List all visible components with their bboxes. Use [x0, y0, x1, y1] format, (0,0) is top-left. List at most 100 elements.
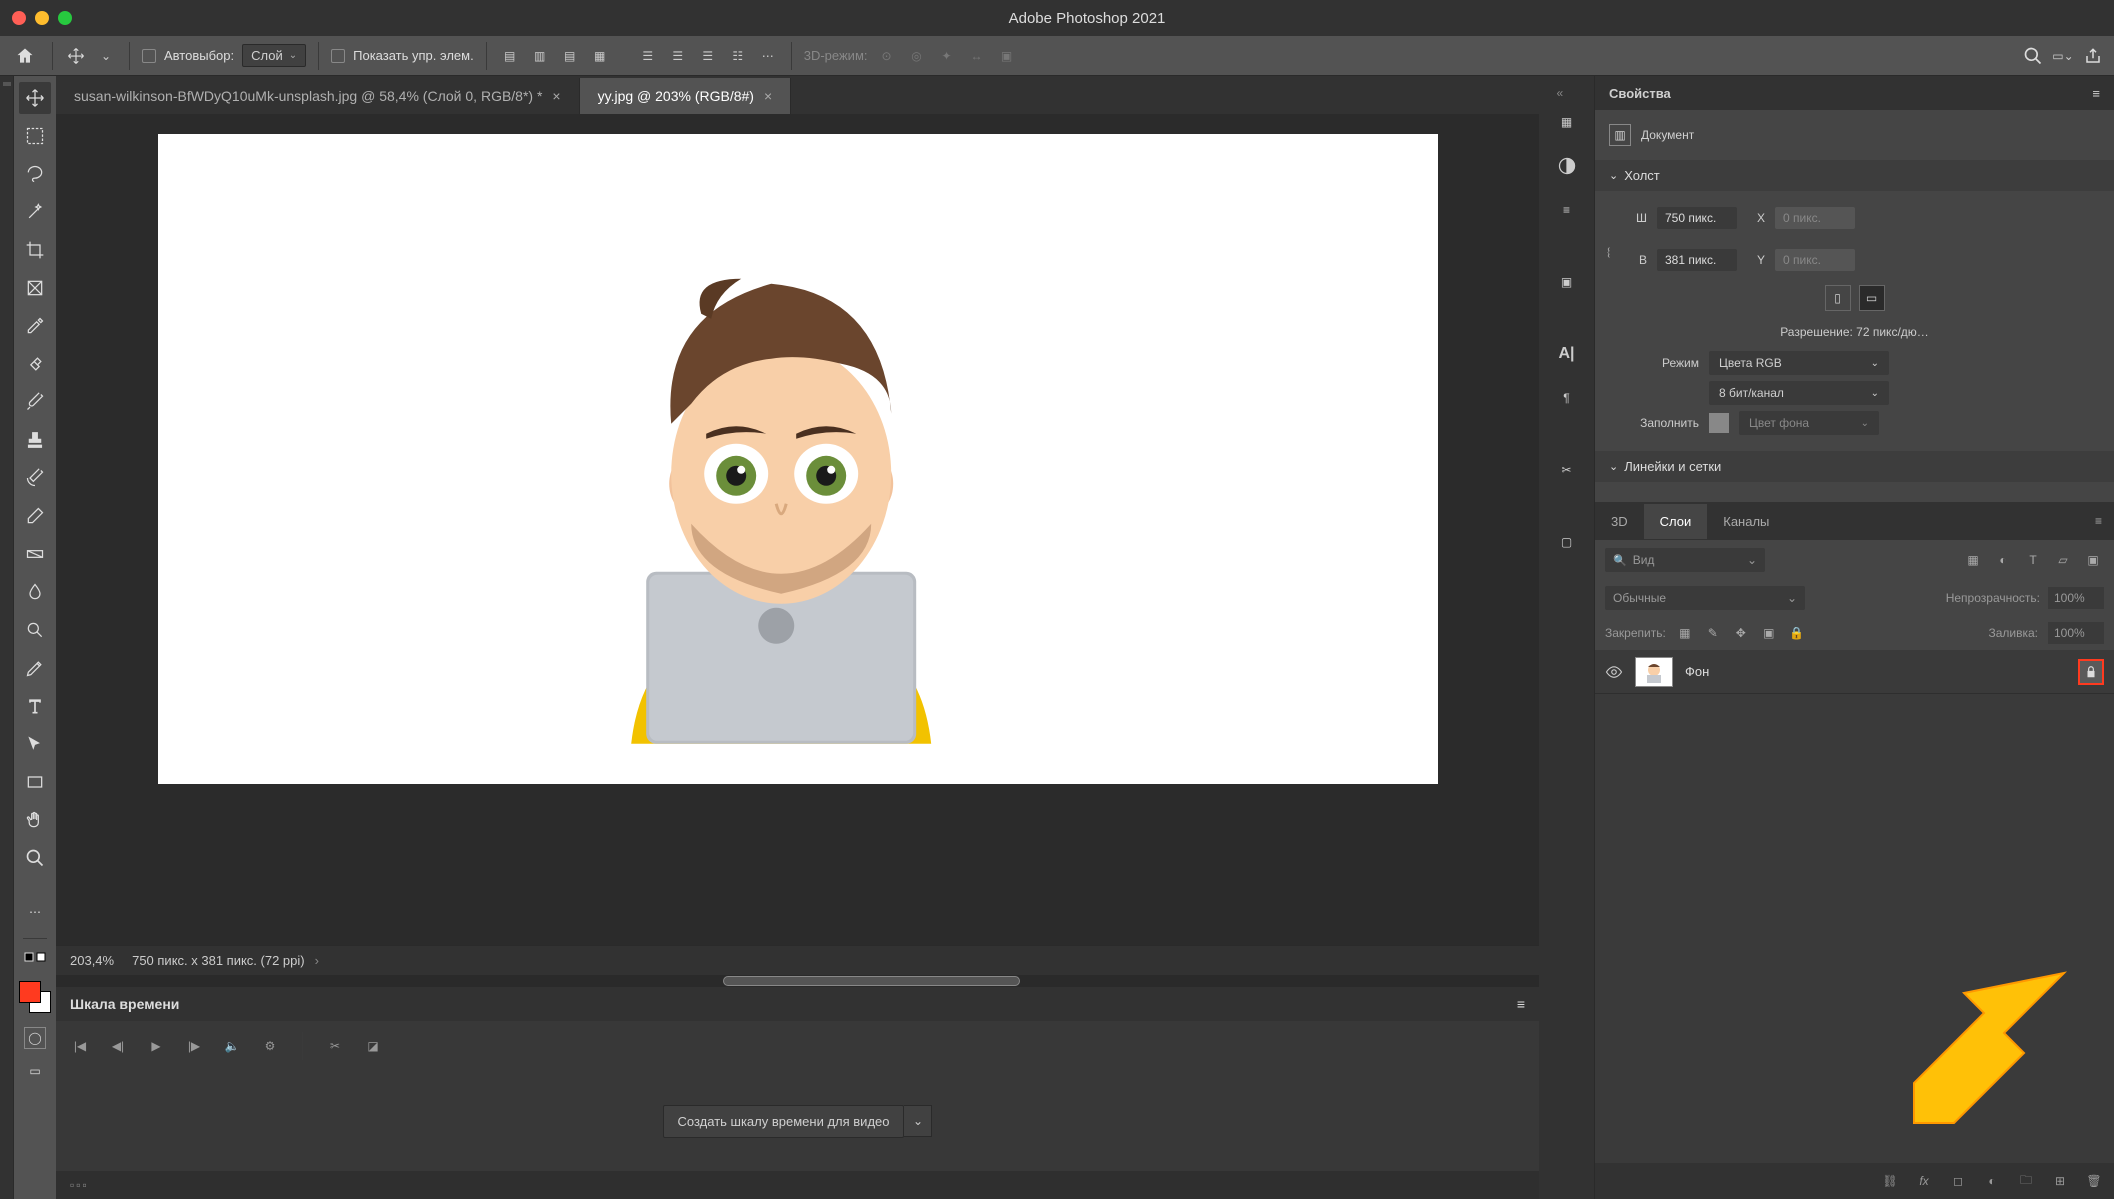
horizontal-scrollbar[interactable]	[56, 975, 1539, 987]
show-controls-checkbox[interactable]	[331, 49, 345, 63]
align-right-icon[interactable]: ▤	[559, 45, 581, 67]
fill-swatch[interactable]	[1709, 413, 1729, 433]
tab-3d[interactable]: 3D	[1595, 504, 1644, 539]
fill-opacity-input[interactable]: 100%	[2048, 622, 2104, 644]
zoom-tool[interactable]	[19, 842, 51, 874]
dodge-tool[interactable]	[19, 614, 51, 646]
layer-thumbnail[interactable]	[1635, 657, 1673, 687]
eraser-tool[interactable]	[19, 500, 51, 532]
panel-menu-icon[interactable]: ≡	[2083, 514, 2114, 528]
magic-wand-tool[interactable]	[19, 196, 51, 228]
distribute-bottom-icon[interactable]: ☰	[697, 45, 719, 67]
create-timeline-button[interactable]: Создать шкалу времени для видео	[663, 1105, 905, 1138]
adjustments-icon[interactable]	[1553, 152, 1581, 180]
play-icon[interactable]: ▶	[146, 1036, 166, 1056]
filter-pixel-icon[interactable]: ▦	[1962, 549, 1984, 571]
screen-mode-icon[interactable]: ▭	[19, 1055, 51, 1087]
autoselect-target-select[interactable]: Слой	[242, 44, 306, 67]
distribute-h-icon[interactable]: ☷	[727, 45, 749, 67]
lasso-tool[interactable]	[19, 158, 51, 190]
document-dims[interactable]: 750 пикс. x 381 пикс. (72 ppi)	[132, 953, 319, 968]
group-icon[interactable]: 🗀	[2016, 1171, 2036, 1191]
split-icon[interactable]: ✂	[325, 1036, 345, 1056]
paragraph-icon[interactable]: ¶	[1553, 384, 1581, 412]
layer-row[interactable]: Фон	[1595, 650, 2114, 694]
strip-collapse-icon[interactable]: «	[1557, 86, 1577, 92]
height-input[interactable]: 381 пикс.	[1657, 249, 1737, 271]
filter-smart-icon[interactable]: ▣	[2082, 549, 2104, 571]
bit-depth-select[interactable]: 8 бит/канал	[1709, 381, 1889, 405]
pen-tool[interactable]	[19, 652, 51, 684]
align-center-h-icon[interactable]: ▥	[529, 45, 551, 67]
gradient-tool[interactable]	[19, 538, 51, 570]
lock-all-icon[interactable]: 🔒	[1788, 624, 1806, 642]
distribute-v-icon[interactable]: ☰	[667, 45, 689, 67]
blend-mode-select[interactable]: Обычные	[1605, 586, 1805, 610]
tool-preset-dropdown[interactable]: ⌄	[95, 45, 117, 67]
3d-roll-icon[interactable]: ◎	[906, 45, 928, 67]
zoom-level[interactable]: 203,4%	[70, 953, 114, 968]
3d-orbit-icon[interactable]: ⊙	[876, 45, 898, 67]
lock-artboard-icon[interactable]: ▣	[1760, 624, 1778, 642]
healing-brush-tool[interactable]	[19, 348, 51, 380]
workspace-switcher-icon[interactable]: ▭⌄	[2052, 45, 2074, 67]
canvas[interactable]	[158, 134, 1438, 784]
layer-lock-icon[interactable]	[2078, 659, 2104, 685]
layer-name[interactable]: Фон	[1685, 664, 2066, 679]
adjustment-layer-icon[interactable]: ◐	[1982, 1171, 2002, 1191]
search-icon[interactable]	[2022, 45, 2044, 67]
crop-tool[interactable]	[19, 234, 51, 266]
close-tab-icon[interactable]: ×	[552, 88, 560, 104]
rulers-section-header[interactable]: Линейки и сетки	[1595, 451, 2114, 482]
align-top-icon[interactable]: ▦	[589, 45, 611, 67]
tab-layers[interactable]: Слои	[1644, 504, 1708, 539]
delete-layer-icon[interactable]: 🗑	[2084, 1171, 2104, 1191]
mute-icon[interactable]: 🔈	[222, 1036, 242, 1056]
link-wh-icon[interactable]: 𝄔	[1607, 246, 1610, 261]
filter-type-icon[interactable]: T	[2022, 549, 2044, 571]
eyedropper-tool[interactable]	[19, 310, 51, 342]
layer-mask-icon[interactable]: ◻	[1948, 1171, 1968, 1191]
stamp-tool[interactable]	[19, 424, 51, 456]
rectangle-tool[interactable]	[19, 766, 51, 798]
color-icon[interactable]: ▣	[1553, 268, 1581, 296]
color-swatch[interactable]	[19, 981, 51, 1013]
document-tab-1[interactable]: yy.jpg @ 203% (RGB/8#) ×	[580, 78, 792, 114]
lock-transparent-icon[interactable]: ▦	[1676, 624, 1694, 642]
frame-tool[interactable]	[19, 272, 51, 304]
filter-shape-icon[interactable]: ▱	[2052, 549, 2074, 571]
color-mode-select[interactable]: Цвета RGB	[1709, 351, 1889, 375]
layers-empty-area[interactable]	[1595, 694, 2114, 1163]
libraries-icon[interactable]: ▦	[1553, 108, 1581, 136]
align-left-icon[interactable]: ▤	[499, 45, 521, 67]
first-frame-icon[interactable]: |◀	[70, 1036, 90, 1056]
path-selection-tool[interactable]	[19, 728, 51, 760]
move-tool[interactable]	[19, 82, 51, 114]
lock-image-icon[interactable]: ✎	[1704, 624, 1722, 642]
layer-filter-kind[interactable]: Вид	[1605, 548, 1765, 572]
timeline-foot-icon[interactable]: ▫▫▫	[70, 1178, 89, 1192]
foreground-color[interactable]	[19, 981, 41, 1003]
tab-channels[interactable]: Каналы	[1707, 504, 1785, 539]
panel-menu-icon[interactable]: ≡	[2092, 86, 2100, 101]
layer-style-icon[interactable]: fx	[1914, 1171, 1934, 1191]
character-icon[interactable]: A|	[1553, 340, 1581, 368]
3d-camera-icon[interactable]: ▣	[996, 45, 1018, 67]
lock-position-icon[interactable]: ✥	[1732, 624, 1750, 642]
close-window-icon[interactable]	[12, 11, 26, 25]
styles-icon[interactable]: ≡	[1553, 196, 1581, 224]
distribute-top-icon[interactable]: ☰	[637, 45, 659, 67]
swap-colors-icon[interactable]	[19, 949, 51, 965]
link-layers-icon[interactable]: ⛓	[1880, 1171, 1900, 1191]
canvas-section-header[interactable]: Холст	[1595, 160, 2114, 191]
transition-icon[interactable]: ◪	[363, 1036, 383, 1056]
history-brush-tool[interactable]	[19, 462, 51, 494]
home-button[interactable]	[10, 41, 40, 71]
create-timeline-dropdown[interactable]: ⌄	[904, 1105, 932, 1137]
panel-menu-icon[interactable]: ≡	[1517, 996, 1525, 1012]
next-frame-icon[interactable]: |▶	[184, 1036, 204, 1056]
properties-panel-tab[interactable]: Свойства ≡	[1595, 76, 2114, 110]
type-tool[interactable]	[19, 690, 51, 722]
width-input[interactable]: 750 пикс.	[1657, 207, 1737, 229]
visibility-icon[interactable]	[1605, 663, 1623, 681]
